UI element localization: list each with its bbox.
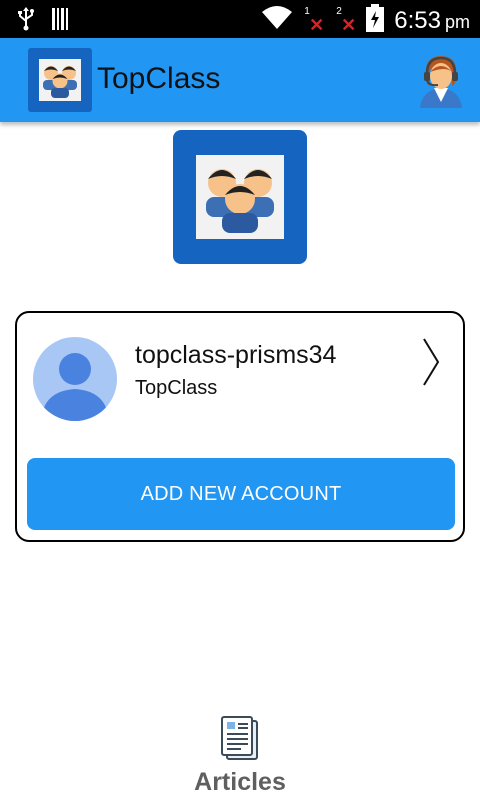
clock: 6:53 pm (394, 7, 470, 35)
app-title: TopClass (97, 62, 221, 95)
account-name: topclass-prisms34 (135, 341, 337, 369)
add-new-account-button[interactable]: ADD NEW ACCOUNT (27, 458, 455, 530)
signal-icon: 1 ✕ (302, 6, 325, 35)
group-people-icon (196, 155, 284, 239)
support-agent-icon[interactable] (416, 52, 466, 108)
account-card: topclass-prisms34 TopClass ADD NEW ACCOU… (15, 311, 465, 542)
account-app-name: TopClass (135, 377, 218, 399)
person-icon (33, 337, 117, 421)
tab-articles[interactable]: Articles (180, 710, 300, 800)
main-logo (173, 130, 307, 264)
account-row[interactable]: topclass-prisms34 TopClass (17, 313, 463, 443)
battery-charging-icon (366, 4, 385, 37)
articles-icon (220, 716, 260, 762)
app-bar: TopClass (0, 38, 480, 122)
status-right: 1 ✕ 2 ✕ 6:53 pm (262, 4, 470, 37)
status-bar: 1 ✕ 2 ✕ 6:53 pm (0, 0, 480, 38)
usb-icon (18, 7, 34, 36)
signal-icon: 2 ✕ (334, 6, 357, 35)
group-people-icon (39, 59, 81, 101)
tab-articles-label: Articles (194, 768, 286, 796)
bottom-nav: Articles (0, 710, 480, 800)
no-signal-x-icon: ✕ (309, 14, 325, 35)
wifi-icon (262, 6, 293, 35)
no-signal-x-icon: ✕ (341, 14, 357, 35)
app-logo[interactable] (28, 48, 92, 112)
barcode-icon (52, 8, 70, 35)
clock-time: 6:53 (394, 6, 441, 34)
status-left (18, 7, 70, 36)
clock-ampm: pm (444, 11, 470, 32)
chevron-right-icon[interactable] (421, 337, 441, 387)
